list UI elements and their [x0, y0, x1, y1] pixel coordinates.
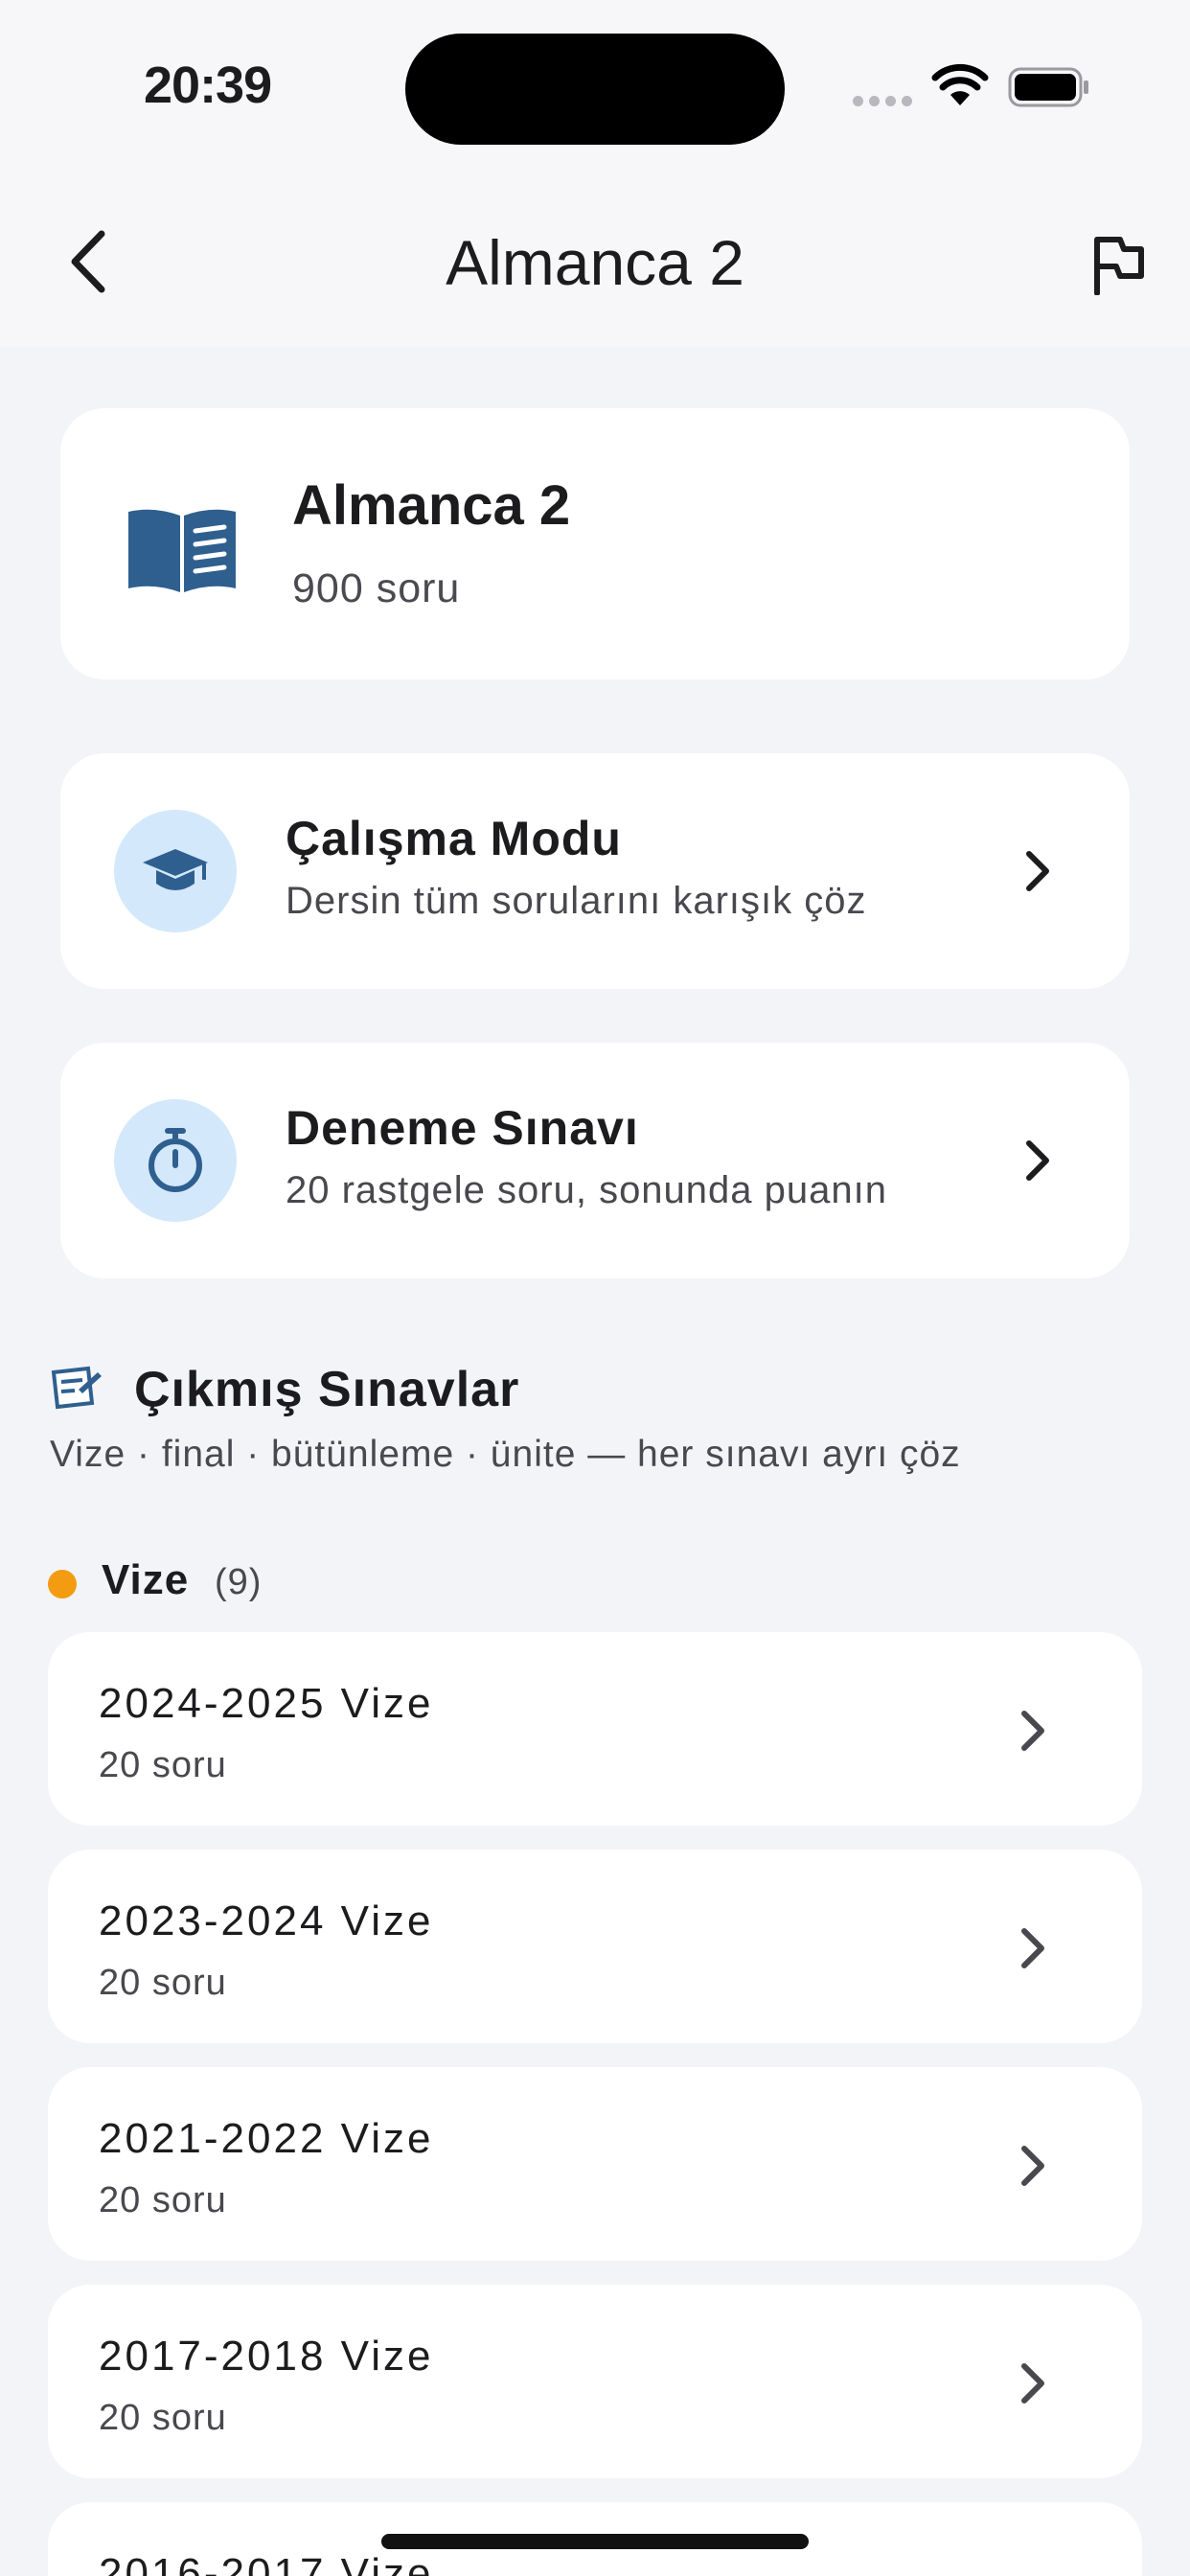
exam-name: 2016-2017 Vize [99, 2550, 434, 2576]
exam-name: 2021-2022 Vize [99, 2115, 434, 2162]
past-exams-subtitle: Vize · final · bütünleme · ünite — her s… [50, 1434, 961, 1475]
course-title: Almanca 2 [292, 474, 571, 537]
exam-row[interactable]: 2023-2024 Vize 20 soru [48, 1850, 1142, 2043]
study-mode-subtitle: Dersin tüm sorularını karışık çöz [286, 880, 867, 922]
exam-question-count: 20 soru [99, 2180, 227, 2220]
chevron-right-icon [1014, 2142, 1052, 2190]
exam-question-count: 20 soru [99, 1963, 227, 2003]
group-label: Vize [102, 1556, 190, 1603]
exam-row[interactable]: 2024-2025 Vize 20 soru [48, 1632, 1142, 1826]
flag-icon [1094, 237, 1144, 295]
battery-icon [1008, 67, 1088, 107]
study-mode-icon-circle [114, 810, 237, 932]
exam-name: 2024-2025 Vize [99, 1680, 434, 1727]
wifi-icon [931, 63, 989, 105]
graduation-cap-icon [143, 849, 208, 890]
practice-exam-title: Deneme Sınavı [286, 1101, 639, 1155]
chevron-right-icon [1014, 1924, 1052, 1972]
report-button[interactable] [1085, 228, 1152, 301]
screen: 20:39 Almanca 2 Almanca 2 900 soru Çalış… [0, 0, 1190, 2576]
exam-name: 2017-2018 Vize [99, 2333, 434, 2380]
book-icon [128, 509, 236, 592]
chevron-right-icon [1014, 2359, 1052, 2407]
status-time: 20:39 [144, 57, 272, 114]
home-indicator[interactable] [381, 2534, 809, 2549]
group-count: (9) [215, 1562, 263, 1602]
dynamic-island [405, 34, 785, 145]
past-exams-title: Çıkmış Sınavlar [134, 1362, 520, 1417]
study-mode-title: Çalışma Modu [286, 812, 622, 865]
chevron-right-icon [1018, 1137, 1057, 1184]
practice-exam-subtitle: 20 rastgele soru, sonunda puanın [286, 1169, 887, 1211]
group-indicator-dot [48, 1570, 77, 1598]
exam-question-count: 20 soru [99, 1745, 227, 1785]
exam-row[interactable]: 2017-2018 Vize 20 soru [48, 2285, 1142, 2478]
practice-exam-icon-circle [114, 1099, 237, 1222]
stopwatch-icon [149, 1128, 202, 1192]
course-question-count: 900 soru [292, 565, 461, 611]
study-mode-card[interactable]: Çalışma Modu Dersin tüm sorularını karış… [60, 753, 1130, 989]
cellular-signal-icon [853, 96, 914, 109]
exam-name: 2023-2024 Vize [99, 1898, 434, 1944]
chevron-right-icon [1014, 1707, 1052, 1755]
header: 20:39 Almanca 2 [0, 0, 1190, 347]
page-title: Almanca 2 [446, 227, 744, 298]
past-exams-icon [51, 1366, 102, 1410]
exam-question-count: 20 soru [99, 2398, 227, 2438]
chevron-right-icon [1018, 847, 1057, 895]
practice-exam-card[interactable]: Deneme Sınavı 20 rastgele soru, sonunda … [60, 1043, 1130, 1278]
exam-row[interactable]: 2021-2022 Vize 20 soru [48, 2067, 1142, 2261]
